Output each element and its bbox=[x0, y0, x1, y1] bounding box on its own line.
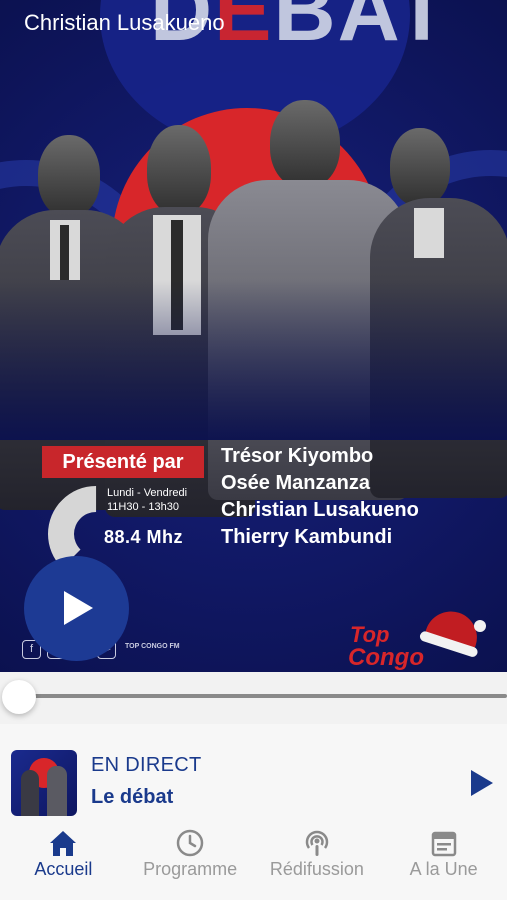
tab-redifussion[interactable]: Rédifussion bbox=[254, 828, 381, 900]
progress-thumb[interactable] bbox=[2, 680, 36, 714]
now-playing-bar[interactable]: EN DIRECT Le débat bbox=[0, 724, 507, 829]
play-icon bbox=[471, 770, 493, 796]
social-handle: TOP CONGO FM bbox=[125, 643, 180, 650]
tab-label: A la Une bbox=[409, 859, 478, 879]
presenter-name: Osée Manzanza bbox=[221, 472, 370, 494]
show-thumbnail bbox=[11, 750, 77, 816]
santa-hat-pompom bbox=[474, 620, 486, 632]
presenter-name: Trésor Kiyombo bbox=[221, 445, 374, 467]
show-poster: DEBAT Présenté par Lundi - Vendredi 11H3… bbox=[0, 0, 507, 672]
tab-programme[interactable]: Programme bbox=[127, 828, 254, 900]
podcast-icon bbox=[305, 830, 329, 856]
progress-track[interactable] bbox=[18, 694, 507, 698]
presenter-name: Thierry Kambundi bbox=[221, 526, 393, 548]
tab-accueil[interactable]: Accueil bbox=[0, 828, 127, 900]
tab-a-la-une[interactable]: A la Une bbox=[380, 828, 507, 900]
presented-by-badge: Présenté par bbox=[42, 446, 204, 478]
frequency-label: 88.4 Mhz bbox=[104, 527, 184, 547]
presenter-list: Trésor Kiyombo Osée Manzanza Christian L… bbox=[221, 443, 419, 551]
schedule-hours: 11H30 - 13h30 bbox=[107, 501, 179, 513]
page-title: Christian Lusakueno bbox=[24, 10, 225, 35]
now-playing-title: Le débat bbox=[91, 786, 174, 808]
tab-label: Accueil bbox=[34, 859, 93, 879]
tab-label: Rédifussion bbox=[269, 859, 364, 879]
calendar-icon bbox=[431, 831, 456, 857]
clock-icon bbox=[176, 829, 204, 857]
home-icon bbox=[50, 831, 77, 856]
bottom-tab-bar: Accueil Programme Rédifussion A la Une bbox=[0, 828, 507, 900]
progress-slider[interactable] bbox=[0, 672, 507, 724]
presenter-name: Christian Lusakueno bbox=[221, 499, 419, 521]
mini-play-button[interactable] bbox=[468, 768, 496, 798]
play-icon bbox=[64, 591, 93, 625]
play-button[interactable] bbox=[24, 556, 129, 661]
tab-label: Programme bbox=[143, 859, 238, 879]
schedule-days: Lundi - Vendredi bbox=[107, 487, 188, 499]
poster-fade bbox=[0, 280, 507, 440]
live-status-label: EN DIRECT bbox=[91, 754, 202, 776]
